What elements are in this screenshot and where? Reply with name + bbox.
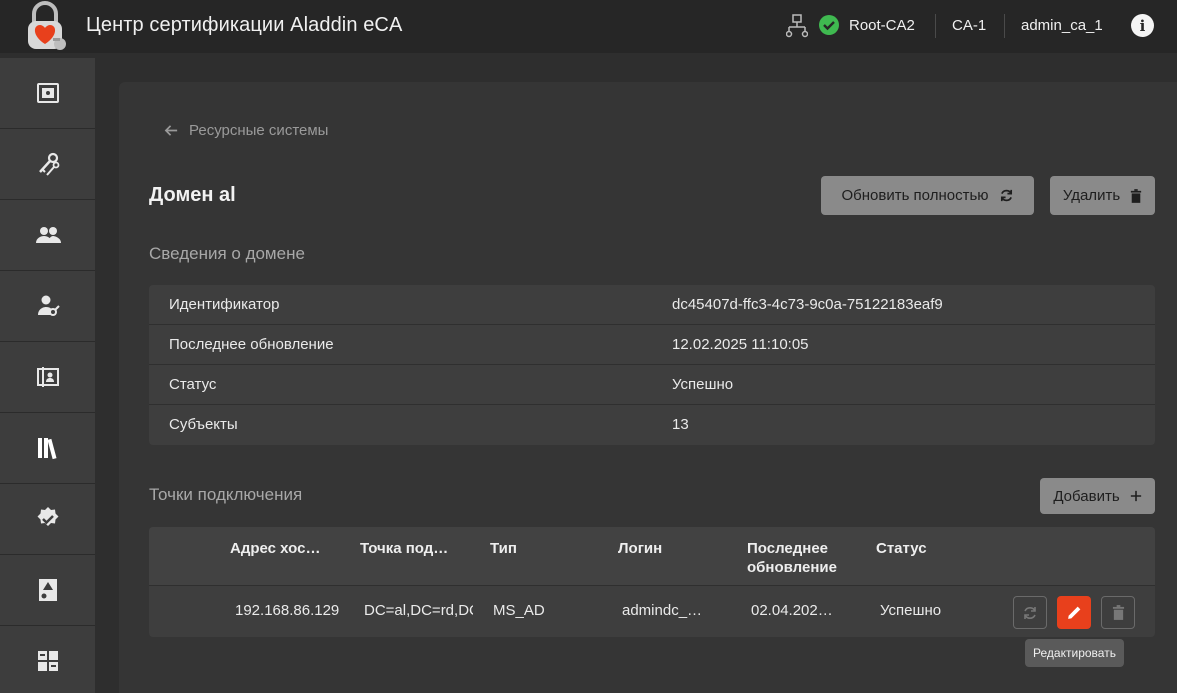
certificate-warning-icon: [38, 579, 57, 601]
sync-icon: [1000, 189, 1012, 202]
users-icon: [35, 227, 61, 243]
delete-domain-button[interactable]: Удалить: [1050, 176, 1155, 215]
sidebar-item-safe[interactable]: [0, 58, 95, 129]
info-value: dc45407d-ffc3-4c73-9c0a-75122183eaf9: [672, 296, 943, 313]
root-ca-label[interactable]: Root-CA2: [849, 17, 915, 34]
info-value: Успешно: [672, 376, 734, 393]
sidebar-item-cert-warning[interactable]: [0, 555, 95, 626]
info-row-status: Статус Успешно: [149, 365, 1155, 405]
cell-type: MS_AD: [493, 602, 545, 619]
plus-icon: [1130, 490, 1141, 502]
sidebar-item-keys[interactable]: [0, 129, 95, 200]
sidebar: [0, 58, 95, 693]
header-divider: [1004, 14, 1005, 38]
column-status[interactable]: Статус: [876, 539, 927, 558]
app-header: Центр сертификации Aladdin eCA Root-CA2 …: [0, 0, 1177, 53]
cell-host: 192.168.86.129: [235, 602, 340, 619]
trash-icon: [1112, 605, 1124, 620]
cell-updated: 02.04.202…: [751, 602, 833, 619]
info-row-subjects: Субъекты 13: [149, 405, 1155, 445]
sidebar-item-certificates[interactable]: [0, 342, 95, 413]
table-header: Адрес хос… Точка под… Тип Логин Последне…: [149, 527, 1155, 586]
sidebar-item-resource-systems[interactable]: [0, 413, 95, 484]
header-divider: [935, 14, 936, 38]
back-link-label: Ресурсные системы: [189, 122, 329, 139]
sidebar-item-dashboard[interactable]: [0, 626, 95, 693]
table-row[interactable]: 192.168.86.129 DC=al,DC=rd,DC MS_AD admi…: [149, 586, 1155, 636]
aladdin-logo-icon[interactable]: [20, 0, 70, 53]
edit-tooltip: Редактировать: [1025, 639, 1124, 667]
info-key: Субъекты: [169, 416, 238, 433]
back-link[interactable]: Ресурсные системы: [164, 122, 328, 139]
refresh-full-label: Обновить полностью: [841, 187, 989, 204]
connection-points-heading: Точки подключения: [149, 485, 303, 504]
delete-domain-label: Удалить: [1062, 187, 1121, 204]
trash-icon: [1130, 188, 1142, 203]
edit-row-button[interactable]: [1057, 596, 1091, 629]
info-value: 12.02.2025 11:10:05: [672, 336, 809, 353]
certificate-user-icon: [36, 367, 59, 387]
column-updated-line1: Последнее: [747, 540, 829, 557]
cell-point: DC=al,DC=rd,DC: [364, 602, 473, 619]
info-key: Последнее обновление: [169, 336, 334, 353]
column-updated-line2: обновление: [747, 559, 837, 576]
ca-label[interactable]: CA-1: [952, 17, 986, 34]
sidebar-item-user-key[interactable]: [0, 271, 95, 342]
column-type[interactable]: Тип: [490, 539, 517, 558]
sidebar-item-verified[interactable]: [0, 484, 95, 555]
cell-status: Успешно: [880, 602, 942, 619]
verified-badge-icon: [37, 507, 58, 526]
domain-info-heading: Сведения о домене: [149, 244, 305, 263]
add-connection-label: Добавить: [1053, 487, 1120, 505]
info-value: 13: [672, 416, 689, 433]
app-title: Центр сертификации Aladdin eCA: [86, 14, 403, 36]
arrow-left-icon: [164, 125, 178, 136]
pencil-icon: [1067, 606, 1080, 619]
domain-info-table: Идентификатор dc45407d-ffc3-4c73-9c0a-75…: [149, 285, 1155, 445]
user-key-icon: [37, 295, 60, 316]
info-row-id: Идентификатор dc45407d-ffc3-4c73-9c0a-75…: [149, 285, 1155, 325]
cell-login: admindc_…: [622, 602, 703, 619]
page-title: Домен al: [149, 184, 236, 206]
safe-icon: [36, 83, 59, 103]
sync-row-button[interactable]: [1013, 596, 1047, 629]
keys-icon: [38, 152, 59, 176]
column-point[interactable]: Точка под…: [360, 539, 448, 558]
refresh-full-button[interactable]: Обновить полностью: [821, 176, 1034, 215]
user-label[interactable]: admin_ca_1: [1021, 17, 1103, 34]
sync-icon: [1024, 606, 1036, 619]
sidebar-item-users[interactable]: [0, 200, 95, 271]
delete-row-button[interactable]: [1101, 596, 1135, 629]
column-host[interactable]: Адрес хос…: [230, 539, 320, 558]
library-icon: [37, 438, 57, 460]
column-updated[interactable]: Последнее обновление: [747, 539, 837, 577]
info-row-updated: Последнее обновление 12.02.2025 11:10:05: [149, 325, 1155, 365]
add-connection-button[interactable]: Добавить: [1040, 478, 1155, 514]
info-key: Статус: [169, 376, 217, 393]
info-icon[interactable]: i: [1131, 14, 1154, 37]
info-key: Идентификатор: [169, 296, 280, 313]
network-icon[interactable]: [785, 14, 809, 38]
check-circle-icon: [819, 15, 839, 35]
column-login[interactable]: Логин: [618, 539, 662, 558]
connection-points-table: Адрес хос… Точка под… Тип Логин Последне…: [149, 527, 1155, 637]
dashboard-icon: [37, 651, 58, 671]
